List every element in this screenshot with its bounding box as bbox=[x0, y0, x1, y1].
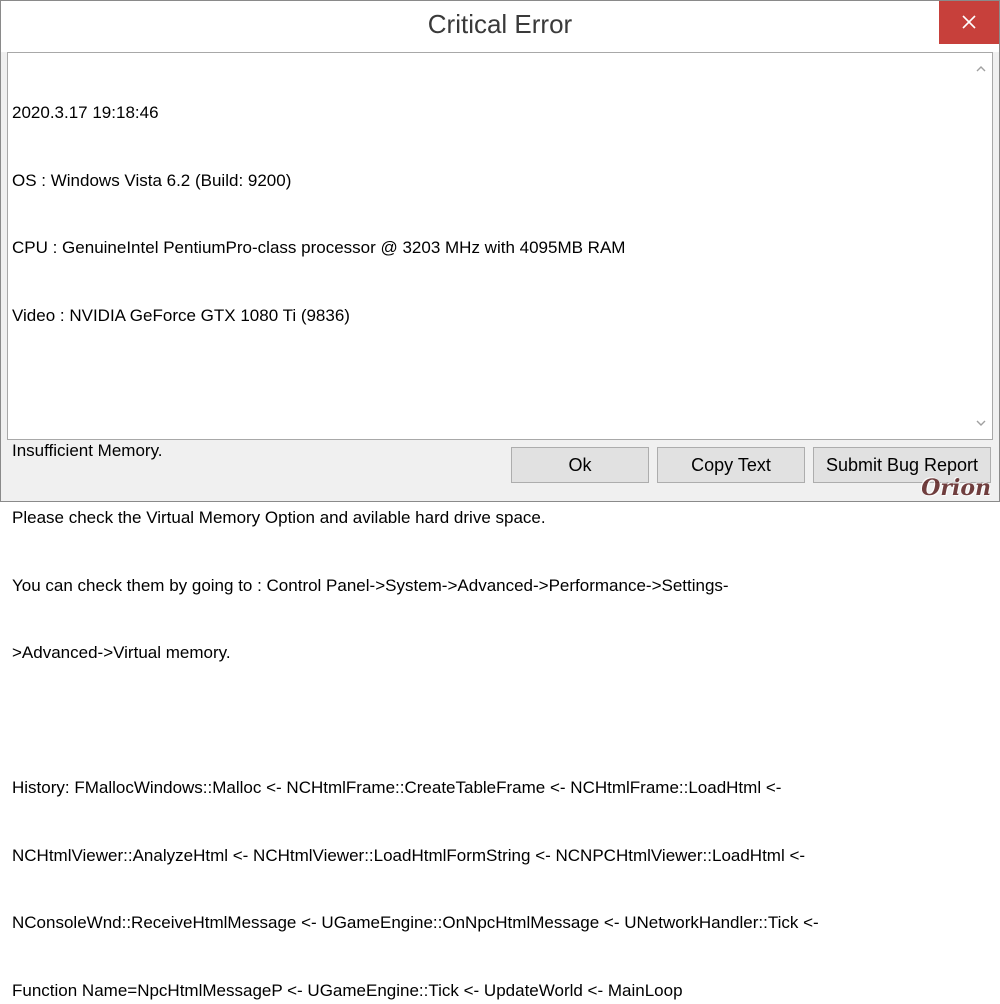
error-text-box[interactable]: 2020.3.17 19:18:46 OS : Windows Vista 6.… bbox=[7, 52, 993, 1000]
message-line: History: FMallocWindows::Malloc <- NCHtm… bbox=[12, 778, 782, 797]
dialog-body: 2020.3.17 19:18:46 OS : Windows Vista 6.… bbox=[1, 52, 999, 1000]
message-line: Please check the Virtual Memory Option a… bbox=[12, 508, 546, 527]
ok-button[interactable]: Ok bbox=[511, 447, 649, 483]
close-button[interactable] bbox=[939, 1, 999, 44]
close-icon bbox=[962, 15, 976, 29]
message-line: NCHtmlViewer::AnalyzeHtml <- NCHtmlViewe… bbox=[12, 845, 806, 865]
title-bar[interactable]: Critical Error bbox=[1, 1, 999, 52]
message-line: You can check them by going to : Control… bbox=[12, 575, 729, 595]
message-line: 2020.3.17 19:18:46 bbox=[12, 103, 159, 122]
message-line: OS : Windows Vista 6.2 (Build: 9200) bbox=[12, 170, 292, 190]
message-line bbox=[12, 710, 964, 733]
vertical-scrollbar[interactable] bbox=[970, 53, 992, 439]
message-line bbox=[12, 372, 964, 395]
message-line: Video : NVIDIA GeForce GTX 1080 Ti (9836… bbox=[12, 305, 350, 325]
message-line: CPU : GenuineIntel PentiumPro-class proc… bbox=[12, 238, 626, 257]
error-message-text: 2020.3.17 19:18:46 OS : Windows Vista 6.… bbox=[12, 57, 964, 1004]
message-line: Function Name=NpcHtmlMessageP <- UGameEn… bbox=[12, 980, 683, 1000]
window-title: Critical Error bbox=[427, 9, 573, 39]
copy-text-button[interactable]: Copy Text bbox=[657, 447, 805, 483]
message-line: >Advanced->Virtual memory. bbox=[12, 643, 231, 662]
watermark-logo: Orion bbox=[921, 475, 991, 501]
message-line: NConsoleWnd::ReceiveHtmlMessage <- UGame… bbox=[12, 913, 819, 932]
scroll-down-icon[interactable] bbox=[976, 419, 986, 427]
scroll-up-icon[interactable] bbox=[976, 65, 986, 73]
critical-error-dialog: Critical Error 2020.3.17 19:18:46 OS : W… bbox=[0, 0, 1000, 1000]
